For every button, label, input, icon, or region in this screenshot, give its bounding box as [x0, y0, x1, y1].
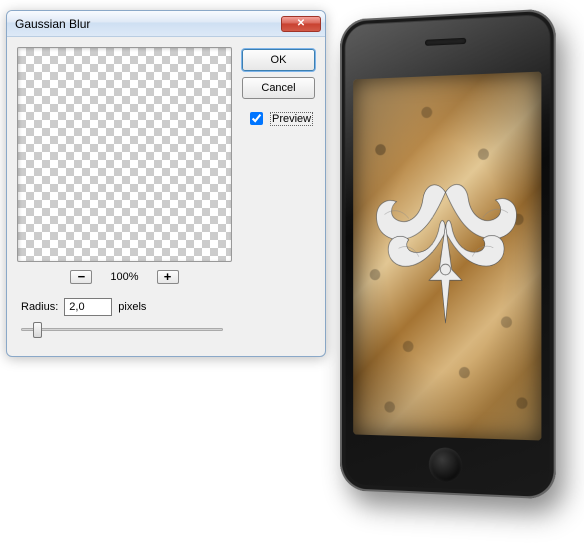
close-button[interactable]: ✕ [281, 16, 321, 32]
radius-input[interactable] [64, 298, 112, 316]
cancel-label: Cancel [261, 82, 295, 94]
ok-button[interactable]: OK [242, 49, 315, 71]
zoom-in-button[interactable]: + [157, 270, 179, 284]
zoom-controls: − 100% + [17, 270, 232, 284]
preview-canvas[interactable] [17, 47, 232, 262]
zoom-out-button[interactable]: − [70, 270, 92, 284]
preview-column: − 100% + Radius: pixels [17, 47, 232, 342]
ornament-icon [365, 171, 530, 335]
preview-checkbox-row[interactable]: Preview [242, 109, 315, 128]
minus-icon: − [78, 272, 86, 282]
zoom-level-label: 100% [110, 271, 138, 283]
ok-label: OK [271, 54, 287, 66]
dialog-body: − 100% + Radius: pixels OK Can [7, 37, 325, 356]
gaussian-blur-dialog: Gaussian Blur ✕ − 100% + Radius: pixels [6, 10, 326, 357]
slider-track [21, 328, 223, 331]
radius-slider[interactable] [17, 322, 227, 342]
phone-mockup [340, 20, 575, 540]
phone-screen [353, 72, 541, 441]
cancel-button[interactable]: Cancel [242, 77, 315, 99]
dialog-titlebar[interactable]: Gaussian Blur ✕ [7, 11, 325, 37]
preview-checkbox-label: Preview [270, 112, 313, 126]
plus-icon: + [164, 272, 172, 282]
phone-speaker [425, 38, 466, 46]
radius-label: Radius: [21, 301, 58, 313]
radius-row: Radius: pixels [17, 298, 232, 316]
radius-units: pixels [118, 301, 146, 313]
preview-checkbox[interactable] [250, 112, 263, 125]
dialog-title: Gaussian Blur [15, 17, 281, 31]
home-button [429, 447, 462, 483]
button-column: OK Cancel Preview [242, 47, 315, 342]
close-icon: ✕ [297, 18, 305, 29]
phone-body [340, 8, 556, 499]
slider-thumb[interactable] [33, 322, 42, 338]
